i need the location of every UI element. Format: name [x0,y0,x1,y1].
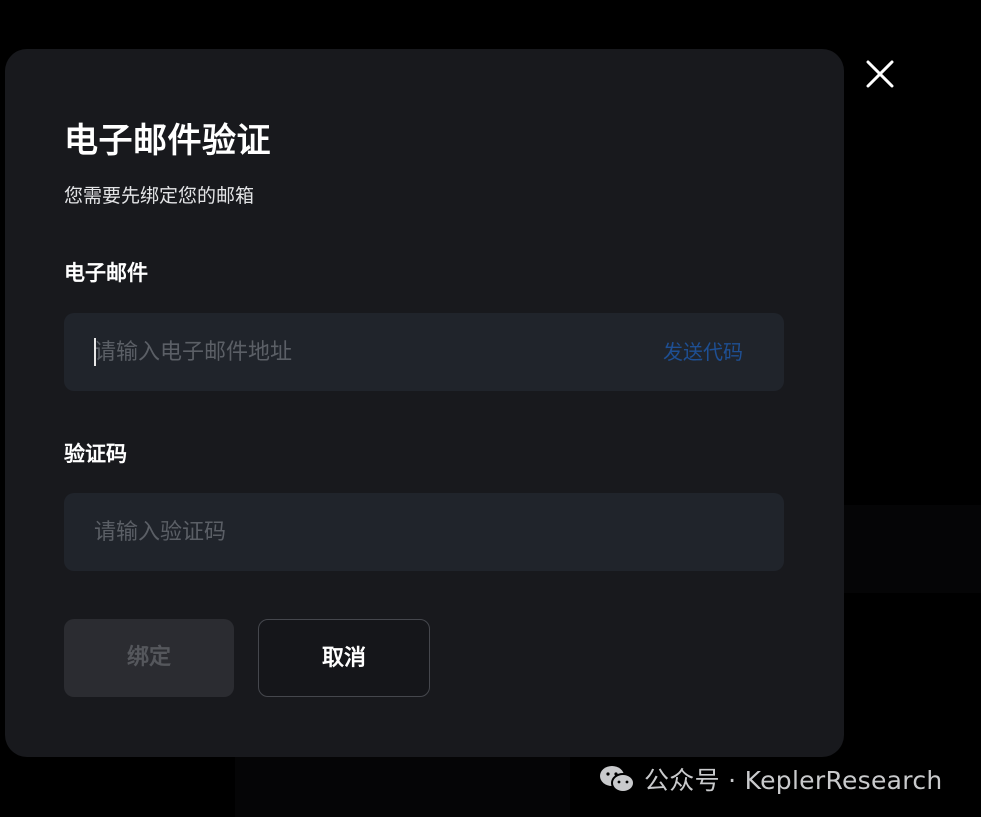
send-code-button[interactable]: 发送代码 [663,313,743,391]
background-panel [235,757,570,817]
close-icon [866,60,894,88]
verification-code-input[interactable] [94,493,754,571]
wechat-icon [600,766,635,793]
verification-code-input-box [64,493,784,571]
dialog-subtitle: 您需要先绑定您的邮箱 [64,185,255,207]
email-label: 电子邮件 [64,261,148,285]
text-caret [94,338,96,366]
email-verification-dialog: 电子邮件验证 您需要先绑定您的邮箱 电子邮件 发送代码 验证码 绑定 取消 [5,49,844,757]
bind-button[interactable]: 绑定 [64,619,234,697]
dialog-title: 电子邮件验证 [64,121,271,161]
email-input-box: 发送代码 [64,313,784,391]
close-button[interactable] [862,56,898,92]
verification-code-label: 验证码 [64,442,127,466]
background-panel [840,505,981,593]
email-input[interactable] [94,313,614,391]
watermark: 公众号 · KeplerResearch [598,759,943,799]
cancel-button[interactable]: 取消 [258,619,430,697]
watermark-text: 公众号 · KeplerResearch [644,766,943,795]
